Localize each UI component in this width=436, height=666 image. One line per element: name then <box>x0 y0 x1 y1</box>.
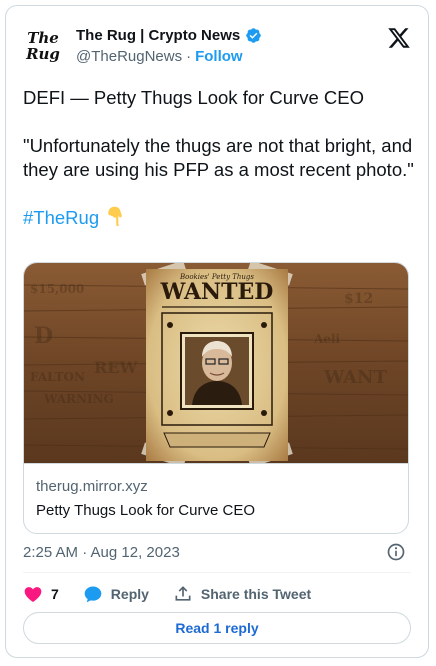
tweet-header: The Rug The Rug | Crypto News @TheRugNew… <box>21 18 413 68</box>
poster-title: WANTED <box>160 279 274 305</box>
like-count: 7 <box>51 586 59 602</box>
link-title: Petty Thugs Look for Curve CEO <box>36 502 255 519</box>
read-replies-button[interactable]: Read 1 reply <box>23 612 411 644</box>
link-meta: therug.mirror.xyz Petty Thugs Look for C… <box>24 463 408 533</box>
svg-text:FALTON: FALTON <box>30 370 85 384</box>
tweet-line1: DEFI — Petty Thugs Look for Curve CEO <box>23 87 365 108</box>
divider <box>23 572 411 573</box>
reply-button[interactable]: Reply <box>83 584 149 604</box>
avatar-line2: Rug <box>26 45 60 63</box>
info-icon[interactable] <box>386 542 406 562</box>
reply-icon <box>84 586 102 603</box>
share-button[interactable]: Share this Tweet <box>173 584 311 604</box>
pointing-down-icon <box>108 206 123 227</box>
handle[interactable]: @TheRugNews <box>76 48 182 65</box>
svg-text:D: D <box>34 323 53 349</box>
svg-text:REW: REW <box>94 358 138 377</box>
avatar[interactable]: The Rug <box>21 24 65 68</box>
link-preview-image[interactable]: $15,000 D FALTON REW WARNING $12 WANT Ae… <box>24 263 409 463</box>
svg-text:WANT: WANT <box>323 367 387 388</box>
like-button[interactable]: 7 <box>23 584 59 604</box>
follow-button[interactable]: Follow <box>195 48 243 65</box>
svg-text:WARNING: WARNING <box>43 392 114 406</box>
hashtag-link[interactable]: #TheRug <box>23 207 99 228</box>
verified-badge-icon <box>246 27 261 43</box>
heart-icon <box>24 587 42 602</box>
tweet-line2: "Unfortunately the thugs are not that br… <box>23 135 414 180</box>
link-preview-card[interactable]: $15,000 D FALTON REW WARNING $12 WANT Ae… <box>23 262 409 534</box>
svg-text:$15,000: $15,000 <box>30 282 84 296</box>
svg-text:Aeli: Aeli <box>313 332 341 346</box>
tweet-text: DEFI — Petty Thugs Look for Curve CEO "U… <box>23 86 415 230</box>
separator: · <box>186 48 192 65</box>
tweet-card[interactable]: The Rug The Rug | Crypto News @TheRugNew… <box>5 5 429 658</box>
tweet-timestamp[interactable]: 2:25 AM · Aug 12, 2023 <box>23 544 180 561</box>
share-icon <box>175 586 191 601</box>
svg-text:$12: $12 <box>344 291 373 307</box>
action-bar: 7 Reply Share this Tweet <box>23 580 335 608</box>
avatar-line1: The <box>27 29 59 47</box>
reply-label: Reply <box>110 586 149 602</box>
x-logo-icon[interactable] <box>387 26 411 50</box>
link-domain: therug.mirror.xyz <box>36 478 148 495</box>
author-block: The Rug | Crypto News @TheRugNews · Foll… <box>76 25 262 65</box>
read-replies-label: Read 1 reply <box>175 620 259 636</box>
display-name[interactable]: The Rug | Crypto News <box>76 27 240 44</box>
share-label: Share this Tweet <box>200 586 312 602</box>
